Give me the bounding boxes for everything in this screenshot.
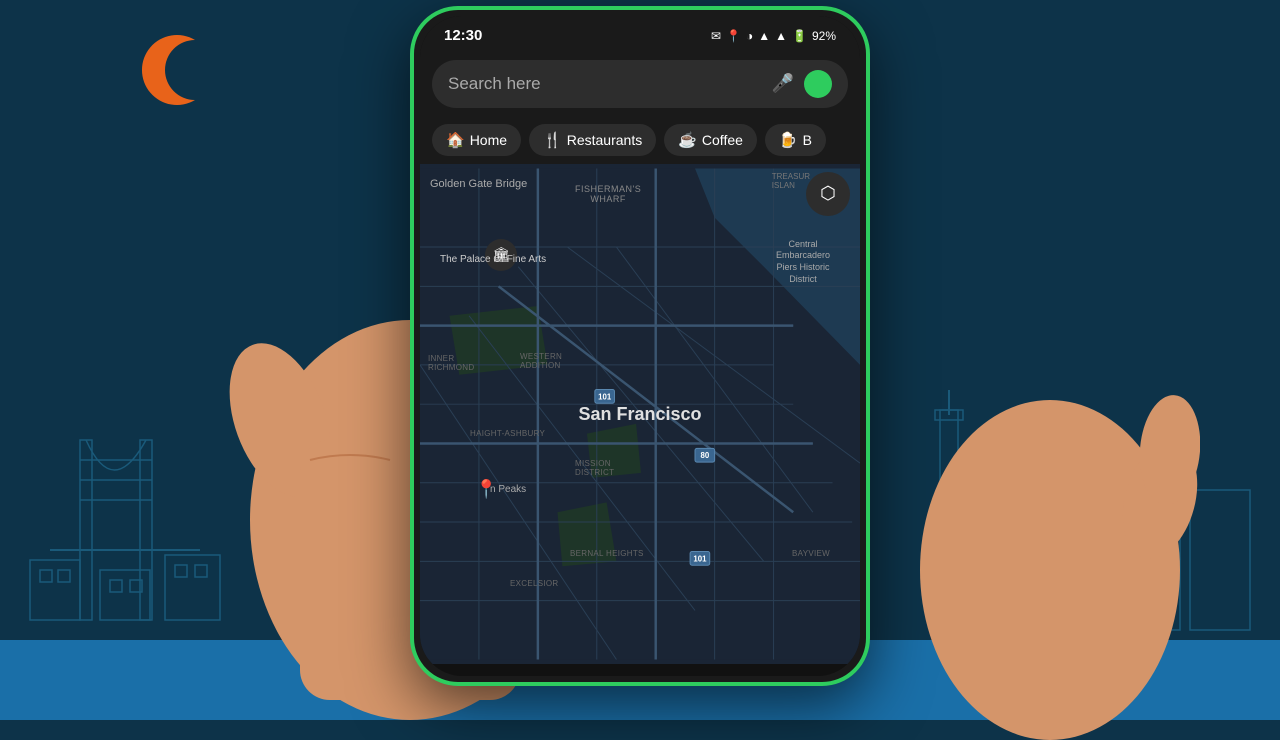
san-francisco-label: San Francisco <box>578 404 701 425</box>
microphone-icon[interactable]: 🎤 <box>772 73 794 94</box>
fishermans-wharf-label: FISHERMAN'SWHARF <box>575 184 641 204</box>
western-addition-label: WESTERNADDITION <box>520 352 562 370</box>
chip-coffee[interactable]: ☕ Coffee <box>664 124 757 156</box>
profile-dot[interactable] <box>804 70 832 98</box>
embarcadero-label: CentralEmbarcaderoPiers HistoricDistrict <box>776 239 830 286</box>
chip-restaurants-label: Restaurants <box>567 132 642 148</box>
map-area[interactable]: 101 80 101 Golden Gate Bridge FISHERMAN'… <box>420 164 860 664</box>
layer-button[interactable]: ⬡ <box>806 172 850 216</box>
search-area: Search here 🎤 <box>420 52 860 118</box>
svg-text:101: 101 <box>598 392 612 401</box>
chip-bars[interactable]: 🍺 B <box>765 124 826 156</box>
chip-bars-label: B <box>803 132 812 148</box>
mission-district-label: MISSIONDISTRICT <box>575 459 614 477</box>
status-icons: ✉ 📍 ◑ ▲ ▲ 🔋 92% <box>711 29 836 43</box>
chip-restaurants[interactable]: 🍴 Restaurants <box>529 124 656 156</box>
wifi-icon: ▲ <box>758 29 770 43</box>
coffee-icon: ☕ <box>678 131 697 149</box>
svg-text:101: 101 <box>693 554 707 563</box>
treasure-island-label: TREASURISLAN <box>772 172 810 190</box>
haight-ashbury-label: HAIGHT-ASHBURY <box>470 429 545 438</box>
layers-icon: ⬡ <box>820 183 836 204</box>
home-icon: 🏠 <box>446 131 465 149</box>
battery-icon: 🔋 <box>792 29 807 43</box>
svg-text:80: 80 <box>700 451 709 460</box>
message-icon: ✉ <box>711 29 721 43</box>
restaurants-icon: 🍴 <box>543 131 562 149</box>
search-bar[interactable]: Search here 🎤 <box>432 60 848 108</box>
moon-icon <box>140 30 220 110</box>
chip-home[interactable]: 🏠 Home <box>432 124 521 156</box>
chips-row: 🏠 Home 🍴 Restaurants ☕ Coffee 🍺 B <box>420 118 860 164</box>
phone-inner: 12:30 ✉ 📍 ◑ ▲ ▲ 🔋 92% Search here 🎤 🏠 <box>420 16 860 676</box>
bayview-label: BAYVIEW <box>792 549 830 558</box>
status-bar: 12:30 ✉ 📍 ◑ ▲ ▲ 🔋 92% <box>420 16 860 52</box>
inner-richmond-label: INNERRICHMOND <box>428 354 474 372</box>
status-time: 12:30 <box>444 27 482 44</box>
battery-percent: 92% <box>812 29 836 43</box>
bernal-heights-label: BERNAL HEIGHTS <box>570 549 644 558</box>
excelsior-label: EXCELSIOR <box>510 579 559 588</box>
chip-home-label: Home <box>470 132 507 148</box>
phone-frame: 12:30 ✉ 📍 ◑ ▲ ▲ 🔋 92% Search here 🎤 🏠 <box>410 6 870 686</box>
chip-coffee-label: Coffee <box>702 132 743 148</box>
hand-right <box>900 320 1200 740</box>
golden-gate-label: Golden Gate Bridge <box>430 178 527 190</box>
location-icon: 📍 <box>726 29 741 43</box>
signal-icon: ▲ <box>775 29 787 43</box>
half-circle-icon: ◑ <box>746 29 753 43</box>
palace-label: The Palace Of Fine Arts <box>440 254 546 265</box>
search-placeholder[interactable]: Search here <box>448 74 762 94</box>
twin-peaks-label: n Peaks <box>490 484 526 495</box>
bars-icon: 🍺 <box>779 131 798 149</box>
